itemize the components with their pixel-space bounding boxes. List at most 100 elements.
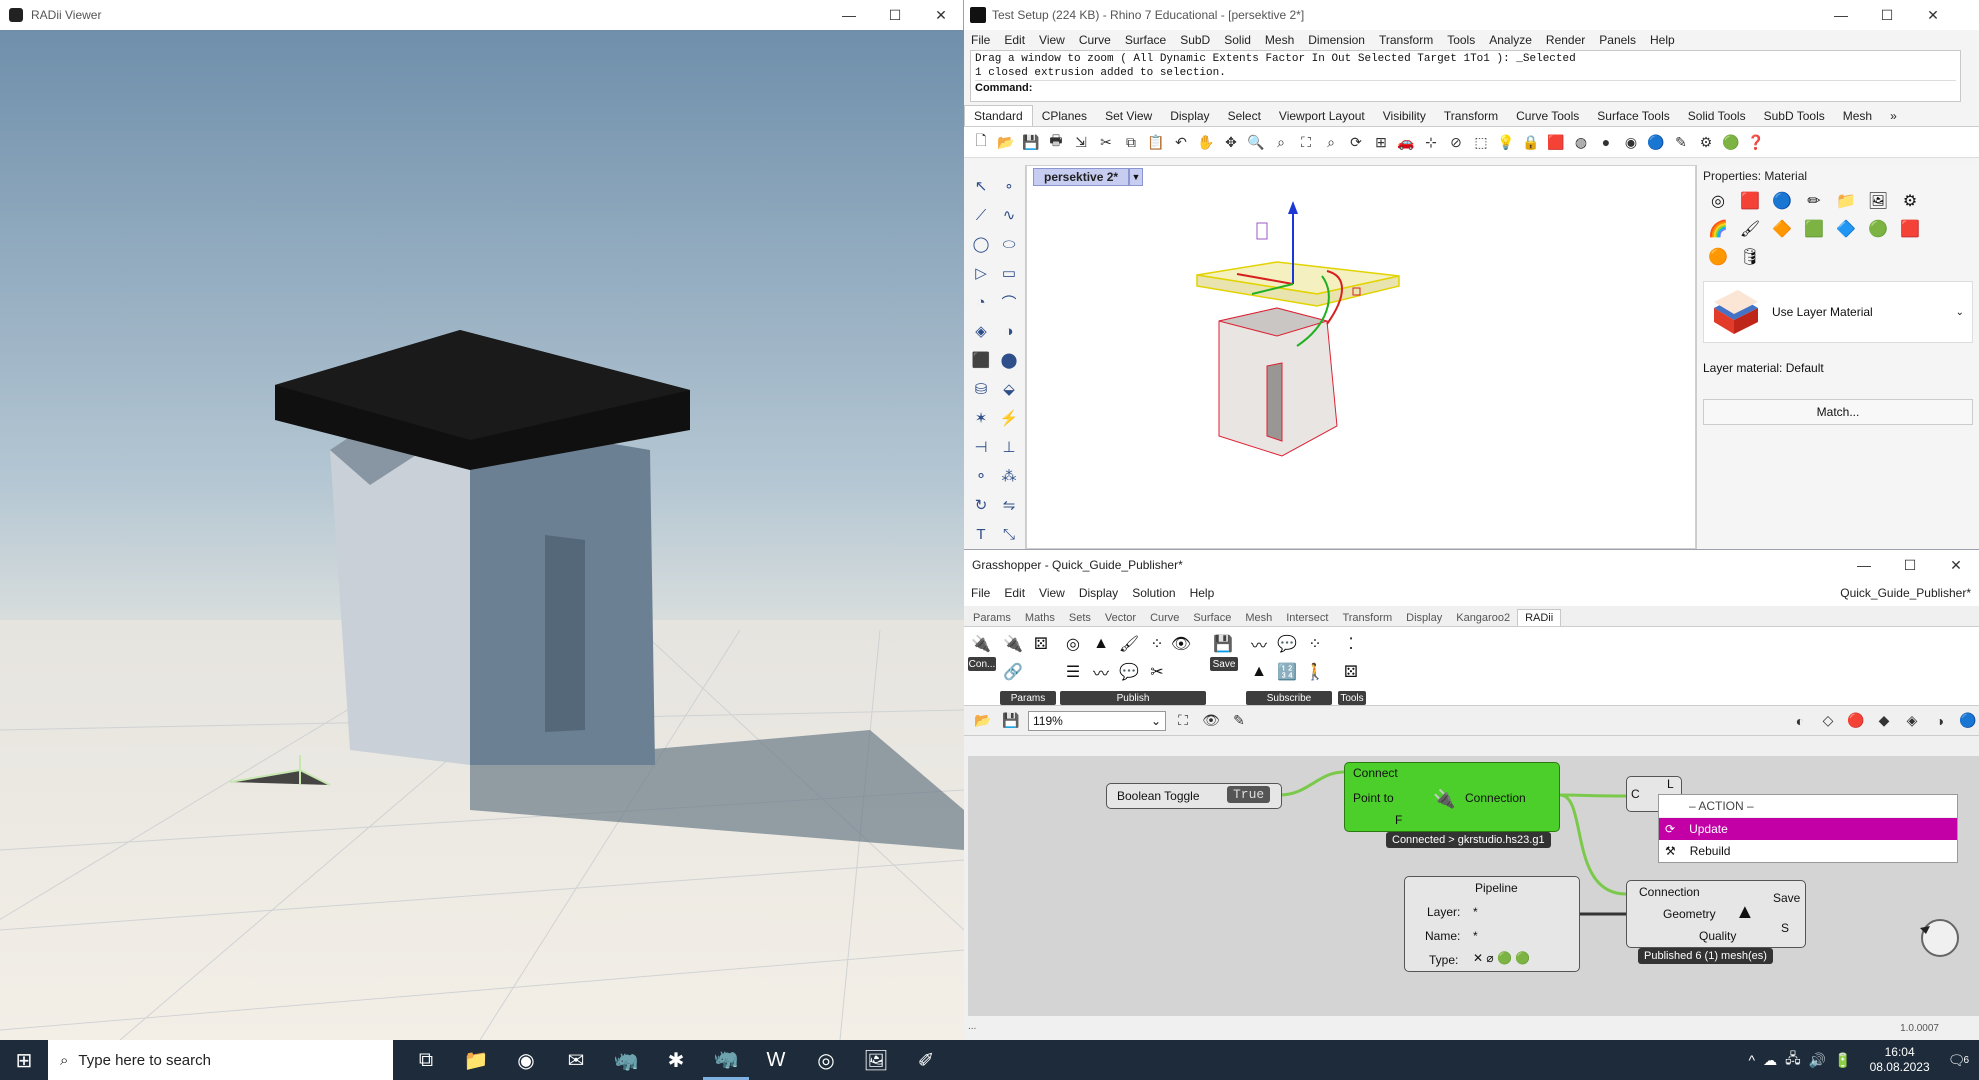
pan-icon[interactable]: ✋ <box>1195 131 1217 153</box>
gh-tab-curve[interactable]: Curve <box>1143 610 1186 626</box>
gh-menu-view[interactable]: View <box>1032 586 1072 600</box>
boolean-icon[interactable]: ⚬ <box>968 463 994 489</box>
material-tab-icon[interactable]: 🟥 <box>1737 189 1763 213</box>
cylinder-icon[interactable]: ⛁ <box>968 376 994 402</box>
gh-canvas[interactable]: Boolean Toggle True Connect Point to 🔌 C… <box>968 756 1979 1016</box>
render-sphere-icon[interactable]: ● <box>1595 131 1617 153</box>
open-file-icon[interactable]: 📂 <box>972 710 994 732</box>
menu-view[interactable]: View <box>1032 33 1072 47</box>
preview-shaded-icon[interactable]: 🔴 <box>1845 710 1867 732</box>
car-icon[interactable]: 🚗 <box>1395 131 1417 153</box>
subscribe-shapes-icon[interactable]: ▲ <box>1246 659 1272 685</box>
options-gear-icon[interactable]: ⚙ <box>1695 131 1717 153</box>
maximize-button[interactable]: ☐ <box>872 0 918 30</box>
import-icon[interactable]: ⇲ <box>1070 131 1092 153</box>
tab-viewport-layout[interactable]: Viewport Layout <box>1270 106 1374 126</box>
pipeline-layer-value[interactable]: * <box>1473 905 1478 919</box>
gh-tab-sets[interactable]: Sets <box>1062 610 1098 626</box>
menu-file[interactable]: File <box>964 33 997 47</box>
radii-3d-scene[interactable] <box>0 30 964 1040</box>
tools-dice-icon[interactable]: ⚄ <box>1338 659 1364 685</box>
lock-icon[interactable]: 🔒 <box>1520 131 1542 153</box>
menu-tools[interactable]: Tools <box>1440 33 1482 47</box>
maximize-button[interactable]: ☐ <box>1887 550 1933 580</box>
cylinder-tab-icon[interactable]: 🛢 <box>1737 245 1763 269</box>
tab-subd-tools[interactable]: SubD Tools <box>1755 106 1834 126</box>
grid-snap-icon[interactable]: ⊹ <box>1420 131 1442 153</box>
close-button[interactable]: ✕ <box>918 0 964 30</box>
light-tab-icon[interactable]: ✏ <box>1801 189 1827 213</box>
open-icon[interactable]: 📂 <box>995 131 1017 153</box>
preview-off-icon[interactable]: ◐ <box>1789 710 1811 732</box>
menu-item-update[interactable]: ⟳ Update <box>1659 818 1957 840</box>
print-icon[interactable]: 🖶 <box>1045 131 1067 153</box>
tab-mesh[interactable]: Mesh <box>1834 106 1881 126</box>
publish-ring-icon[interactable]: ◎ <box>1060 631 1086 657</box>
menu-surface[interactable]: Surface <box>1118 33 1173 47</box>
gh-menu-help[interactable]: Help <box>1183 586 1222 600</box>
zoom-icon[interactable]: 🔍 <box>1245 131 1267 153</box>
object-props-icon[interactable]: ◎ <box>1705 189 1731 213</box>
gh-tab-transform[interactable]: Transform <box>1335 610 1399 626</box>
fillet-icon[interactable]: ⌒ <box>996 289 1022 315</box>
select-arrow-icon[interactable]: ↖ <box>968 173 994 199</box>
subscribe-dots-icon[interactable]: ⁘ <box>1302 631 1328 657</box>
menu-item-rebuild[interactable]: ⚒ Rebuild <box>1659 840 1957 862</box>
tab-cplanes[interactable]: CPlanes <box>1033 106 1096 126</box>
outlook-icon[interactable]: ✉ <box>553 1040 599 1080</box>
paste-icon[interactable]: 📋 <box>1145 131 1167 153</box>
gh-menu-edit[interactable]: Edit <box>997 586 1032 600</box>
move-view-icon[interactable]: ✥ <box>1220 131 1242 153</box>
radii-titlebar[interactable]: RADii Viewer <box>0 0 963 30</box>
save-file-icon[interactable]: 💾 <box>1000 710 1022 732</box>
publish-dots-icon[interactable]: ⁘ <box>1144 631 1170 657</box>
menu-analyze[interactable]: Analyze <box>1482 33 1539 47</box>
menu-render[interactable]: Render <box>1539 33 1592 47</box>
taskbar-search[interactable]: ⌕ Type here to search <box>48 1040 393 1080</box>
publish-tools-icon[interactable]: ✂ <box>1144 659 1170 685</box>
subscribe-numbers-icon[interactable]: 🔢 <box>1274 659 1300 685</box>
zoom-dropdown[interactable]: 119% ⌄ <box>1028 710 1166 731</box>
save-disk-icon[interactable]: 💾 <box>1210 631 1236 657</box>
tray-chevron-icon[interactable]: ^ <box>1749 1052 1756 1068</box>
trim-icon[interactable]: ⊥ <box>996 434 1022 460</box>
light-icon[interactable]: 💡 <box>1495 131 1517 153</box>
plug-param-icon[interactable]: 🔌 <box>1000 631 1026 657</box>
gh-tab-display[interactable]: Display <box>1399 610 1449 626</box>
zoom-window-icon[interactable]: ⌕ <box>1270 131 1292 153</box>
rhino-viewport[interactable]: persektive 2* ▼ <box>1026 165 1696 549</box>
help-icon[interactable]: ❓ <box>1745 131 1767 153</box>
menu-curve[interactable]: Curve <box>1072 33 1118 47</box>
group-icon[interactable]: ⁂ <box>996 463 1022 489</box>
rotate-icon[interactable]: ↻ <box>968 492 994 518</box>
command-area[interactable]: Drag a window to zoom ( All Dynamic Exte… <box>970 50 1961 102</box>
match-button[interactable]: Match... <box>1703 399 1973 425</box>
rectangle-icon[interactable]: ▭ <box>996 260 1022 286</box>
connect-plug-icon[interactable]: 🔌 <box>968 631 994 657</box>
text-icon[interactable]: T <box>968 521 994 547</box>
shaded-sphere-icon[interactable]: ◉ <box>1620 131 1642 153</box>
lightning-icon[interactable]: ⚡ <box>996 405 1022 431</box>
polyline-icon[interactable]: ⟋ <box>968 202 994 228</box>
preview-wire-icon[interactable]: ◇ <box>1817 710 1839 732</box>
bake-icon[interactable]: ◆ <box>1873 710 1895 732</box>
subscribe-figure-icon[interactable]: 🚶 <box>1302 659 1328 685</box>
connect-node[interactable]: Connect Point to 🔌 Connection F <box>1344 762 1560 832</box>
gh-tab-surface[interactable]: Surface <box>1186 610 1238 626</box>
boolean-toggle-node[interactable]: Boolean Toggle True <box>1106 783 1282 809</box>
rhino-app-icon[interactable]: 🦏 <box>603 1040 649 1080</box>
sketch-icon[interactable]: ✎ <box>1228 710 1250 732</box>
gh-tab-params[interactable]: Params <box>966 610 1018 626</box>
glass-icon[interactable]: 🔷 <box>1833 217 1859 241</box>
minimize-button[interactable]: — <box>1841 550 1887 580</box>
teal-ball-icon[interactable]: 🟢 <box>1865 217 1891 241</box>
color-mode-icon[interactable]: ◑ <box>1929 710 1951 732</box>
tray-network-icon[interactable]: 🖧 <box>1785 1048 1801 1072</box>
menu-edit[interactable]: Edit <box>997 33 1032 47</box>
navigation-widget-icon[interactable] <box>1918 916 1962 960</box>
brush-icon[interactable]: 🖌 <box>1737 217 1763 241</box>
publish-shapes-icon[interactable]: ▲ <box>1088 631 1114 657</box>
chevron-down-icon[interactable]: ⌄ <box>1956 307 1964 318</box>
tab-set-view[interactable]: Set View <box>1096 106 1161 126</box>
publisher-node[interactable]: Connection Geometry Quality ▲ Save S <box>1626 880 1806 948</box>
